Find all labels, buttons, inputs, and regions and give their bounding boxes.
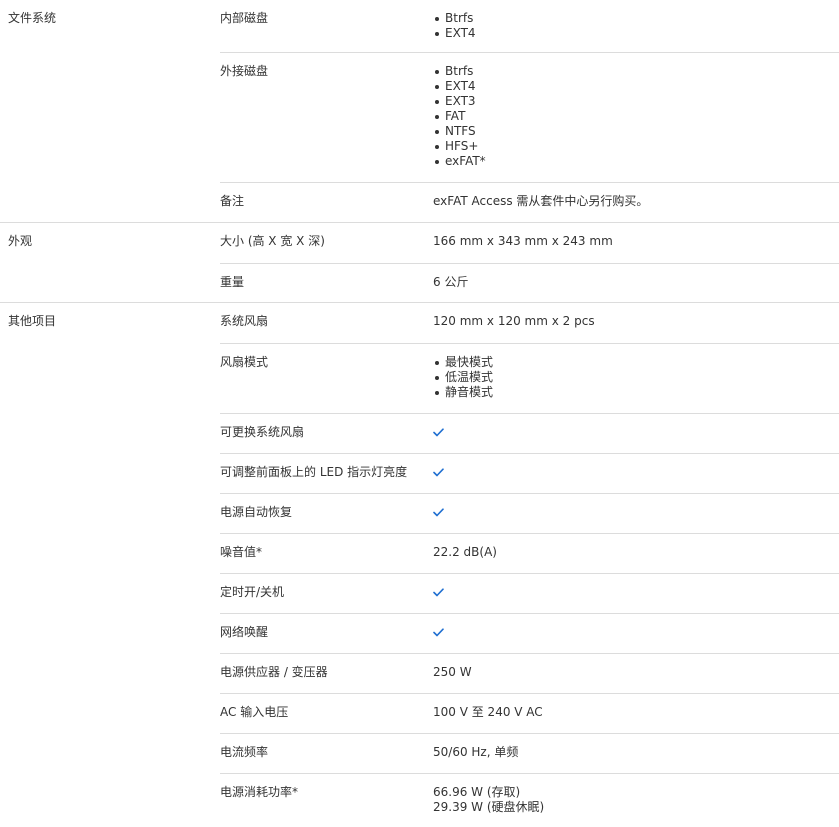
spec-row-replaceable-fan: 可更换系统风扇 <box>220 413 839 454</box>
list-item: EXT4 <box>433 26 476 41</box>
spec-label: 网络唤醒 <box>220 625 269 639</box>
spec-label: 外接磁盘 <box>220 64 269 78</box>
spec-value: 6 公斤 <box>433 275 469 289</box>
spec-row-external-disk: 外接磁盘 Btrfs EXT4 EXT3 FAT NTFS HFS+ exFAT… <box>220 52 839 183</box>
spec-label: 备注 <box>220 194 245 208</box>
spec-value-list: Btrfs EXT4 <box>433 11 476 41</box>
spec-value: 100 V 至 240 V AC <box>433 705 543 719</box>
list-item: Btrfs <box>433 11 476 26</box>
spec-label: 定时开/关机 <box>220 585 285 599</box>
spec-label: 风扇模式 <box>220 355 269 369</box>
spec-row-weight: 重量 6 公斤 <box>220 263 839 304</box>
list-item: Btrfs <box>433 64 486 79</box>
spec-label: 系统风扇 <box>220 314 269 328</box>
spec-label: 可调整前面板上的 LED 指示灯亮度 <box>220 465 408 479</box>
spec-row-psu: 电源供应器 / 变压器 250 W <box>220 653 839 694</box>
category-label: 文件系统 <box>8 11 57 25</box>
spec-label: 电源自动恢复 <box>220 505 293 519</box>
spec-value: exFAT Access 需从套件中心另行购买。 <box>433 194 649 208</box>
section-other: 其他项目 系统风扇 120 mm x 120 mm x 2 pcs 风扇模式 最… <box>0 302 839 826</box>
section-filesystem: 文件系统 内部磁盘 Btrfs EXT4 外接磁盘 Btrfs EXT4 EXT… <box>0 0 839 222</box>
spec-value: 66.96 W (存取) 29.39 W (硬盘休眠) <box>433 785 544 815</box>
checkmark-icon <box>433 468 444 477</box>
spec-value: 120 mm x 120 mm x 2 pcs <box>433 314 595 328</box>
spec-value-line: 29.39 W (硬盘休眠) <box>433 800 545 814</box>
category-label: 其他项目 <box>8 314 57 328</box>
spec-value: 166 mm x 343 mm x 243 mm <box>433 234 613 248</box>
checkmark-icon <box>433 428 444 437</box>
spec-row-led-brightness: 可调整前面板上的 LED 指示灯亮度 <box>220 453 839 494</box>
spec-row-frequency: 电流频率 50/60 Hz, 单频 <box>220 733 839 774</box>
spec-label: 电流频率 <box>220 745 269 759</box>
spec-row-note: 备注 exFAT Access 需从套件中心另行购买。 <box>220 182 839 223</box>
spec-row-ac-voltage: AC 输入电压 100 V 至 240 V AC <box>220 693 839 734</box>
spec-label: 重量 <box>220 275 245 289</box>
list-item: 低温模式 <box>433 370 493 385</box>
list-item: EXT3 <box>433 94 486 109</box>
spec-label: 可更换系统风扇 <box>220 425 305 439</box>
list-item: HFS+ <box>433 139 486 154</box>
spec-value: 250 W <box>433 665 472 679</box>
checkmark-icon <box>433 508 444 517</box>
spec-value-list: 最快模式 低温模式 静音模式 <box>433 355 493 400</box>
list-item: 最快模式 <box>433 355 493 370</box>
list-item: NTFS <box>433 124 486 139</box>
list-item: FAT <box>433 109 486 124</box>
spec-row-power-recovery: 电源自动恢复 <box>220 493 839 534</box>
spec-row-scheduled-power: 定时开/关机 <box>220 573 839 614</box>
list-item: EXT4 <box>433 79 486 94</box>
spec-row-internal-disk: 内部磁盘 Btrfs EXT4 <box>220 0 839 52</box>
spec-label: 电源消耗功率* <box>220 785 299 799</box>
spec-row-size: 大小 (高 X 宽 X 深) 166 mm x 343 mm x 243 mm <box>220 223 839 263</box>
spec-value: 22.2 dB(A) <box>433 545 497 559</box>
list-item: 静音模式 <box>433 385 493 400</box>
spec-row-system-fan: 系统风扇 120 mm x 120 mm x 2 pcs <box>220 303 839 343</box>
checkmark-icon <box>433 628 444 637</box>
section-appearance: 外观 大小 (高 X 宽 X 深) 166 mm x 343 mm x 243 … <box>0 222 839 303</box>
checkmark-icon <box>433 588 444 597</box>
category-label: 外观 <box>8 234 33 248</box>
list-item: exFAT* <box>433 154 486 169</box>
spec-value: 50/60 Hz, 单频 <box>433 745 519 759</box>
spec-value-list: Btrfs EXT4 EXT3 FAT NTFS HFS+ exFAT* <box>433 64 486 169</box>
spec-label: AC 输入电压 <box>220 705 289 719</box>
spec-label: 大小 (高 X 宽 X 深) <box>220 234 325 248</box>
spec-row-wake-on-lan: 网络唤醒 <box>220 613 839 654</box>
spec-label: 内部磁盘 <box>220 11 269 25</box>
spec-value-line: 66.96 W (存取) <box>433 785 521 799</box>
spec-row-fan-mode: 风扇模式 最快模式 低温模式 静音模式 <box>220 343 839 414</box>
spec-row-power-consumption: 电源消耗功率* 66.96 W (存取) 29.39 W (硬盘休眠) <box>220 773 839 827</box>
spec-label: 电源供应器 / 变压器 <box>220 665 328 679</box>
spec-row-noise: 噪音值* 22.2 dB(A) <box>220 533 839 574</box>
spec-label: 噪音值* <box>220 545 263 559</box>
